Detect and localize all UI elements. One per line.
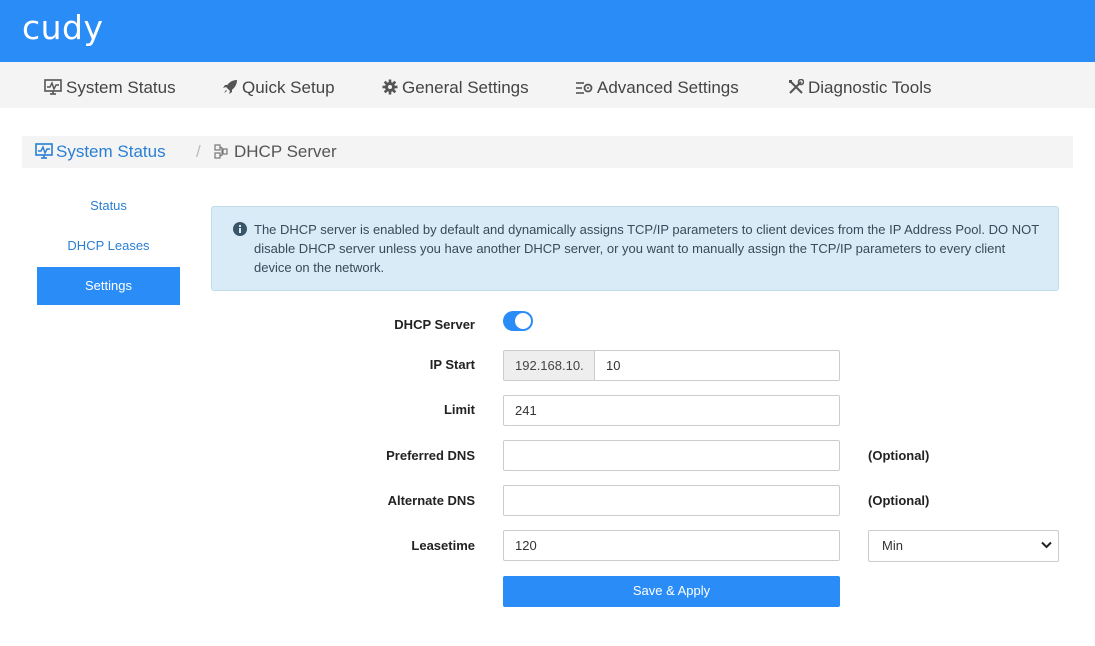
- leasetime-label: Leasetime: [411, 538, 475, 553]
- nav-system-status[interactable]: System Status: [44, 62, 176, 108]
- sidebar-item-dhcp-leases[interactable]: DHCP Leases: [37, 227, 180, 265]
- breadcrumb-current-label: DHCP Server: [234, 142, 337, 161]
- alert-message: The DHCP server is enabled by default an…: [254, 222, 1039, 275]
- limit-label: Limit: [443, 402, 475, 417]
- toggle-knob: [515, 313, 531, 329]
- nav-label: Quick Setup: [242, 78, 335, 97]
- nav-diagnostic-tools[interactable]: Diagnostic Tools: [788, 62, 931, 108]
- sidebar-item-status[interactable]: Status: [37, 187, 180, 225]
- ip-start-input[interactable]: 10: [594, 350, 840, 381]
- chevron-down-icon: [1041, 541, 1052, 549]
- advanced-settings-icon: [576, 82, 593, 94]
- preferred-dns-input[interactable]: [503, 440, 840, 471]
- breadcrumb-system-status[interactable]: System Status: [35, 136, 166, 168]
- main-nav: System Status Quick Setup General Settin…: [0, 62, 1095, 108]
- nav-label: System Status: [66, 78, 176, 97]
- leasetime-input[interactable]: 120: [503, 530, 840, 561]
- breadcrumb: System Status / DHCP Server: [22, 136, 1073, 168]
- monitor-icon: [44, 79, 62, 95]
- nav-general-settings[interactable]: General Settings: [382, 62, 529, 108]
- tools-icon: [789, 78, 805, 94]
- alternate-dns-input[interactable]: [503, 485, 840, 516]
- nav-label: Advanced Settings: [597, 78, 739, 97]
- alternate-dns-note: (Optional): [868, 493, 930, 508]
- nav-label: Diagnostic Tools: [808, 78, 932, 97]
- cudy-logo[interactable]: cudy: [22, 8, 104, 47]
- ip-start-label: IP Start: [429, 357, 475, 372]
- nav-quick-setup[interactable]: Quick Setup: [222, 62, 335, 108]
- dhcp-server-label: DHCP Server: [394, 317, 475, 332]
- monitor-icon: [35, 143, 53, 159]
- breadcrumb-current: DHCP Server: [214, 136, 337, 168]
- alternate-dns-label: Alternate DNS: [387, 493, 475, 508]
- top-header: cudy: [0, 0, 1095, 62]
- leasetime-unit-value: Min: [882, 538, 903, 553]
- save-apply-button[interactable]: Save & Apply: [503, 576, 840, 607]
- preferred-dns-note: (Optional): [868, 448, 930, 463]
- info-icon: [233, 222, 247, 236]
- nav-label: General Settings: [402, 78, 529, 97]
- sidebar-item-settings[interactable]: Settings: [37, 267, 180, 305]
- dhcp-server-toggle[interactable]: [503, 311, 533, 331]
- ip-start-prefix: 192.168.10.: [503, 350, 595, 381]
- rocket-icon: [223, 80, 237, 94]
- limit-input[interactable]: 241: [503, 395, 840, 426]
- preferred-dns-label: Preferred DNS: [386, 448, 475, 463]
- breadcrumb-parent-label: System Status: [56, 142, 166, 161]
- leasetime-unit-select[interactable]: Min: [868, 530, 1059, 562]
- info-alert: The DHCP server is enabled by default an…: [211, 206, 1059, 291]
- breadcrumb-separator: /: [196, 142, 201, 161]
- dhcp-server-icon: [214, 144, 228, 159]
- gear-icon: [382, 79, 398, 95]
- nav-advanced-settings[interactable]: Advanced Settings: [575, 62, 739, 108]
